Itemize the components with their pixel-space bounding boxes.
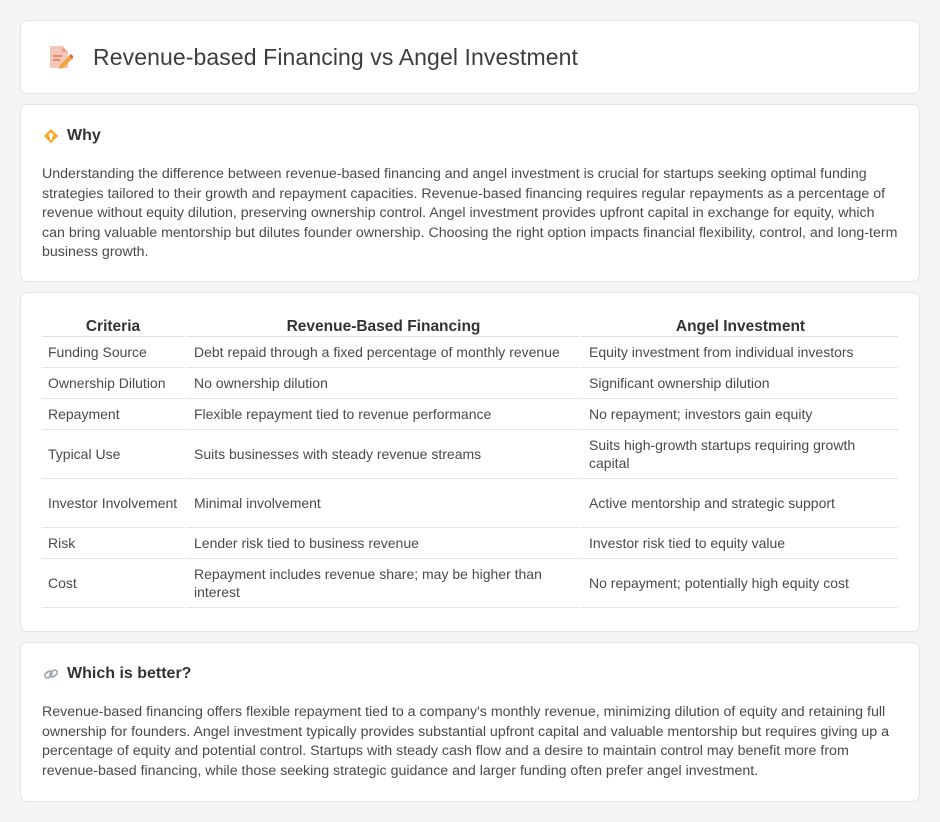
table-row: Ownership Dilution No ownership dilution… <box>42 368 898 399</box>
comparison-card: Criteria Revenue-Based Financing Angel I… <box>20 292 920 632</box>
title-card: Revenue-based Financing vs Angel Investm… <box>20 20 920 94</box>
better-heading-row: Which is better? <box>43 665 191 683</box>
table-row: Repayment Flexible repayment tied to rev… <box>42 399 898 430</box>
table-cell: Investor Involvement <box>42 479 184 528</box>
link-icon <box>44 669 58 679</box>
which-is-better-card: Which is better? Revenue-based financing… <box>20 642 920 802</box>
table-cell: Minimal involvement <box>184 479 579 528</box>
table-cell: No repayment; potentially high equity co… <box>579 559 898 608</box>
why-text: Understanding the difference between rev… <box>42 166 898 261</box>
table-cell: Equity investment from individual invest… <box>579 337 898 368</box>
table-cell: Investor risk tied to equity value <box>579 528 898 559</box>
page-title: Revenue-based Financing vs Angel Investm… <box>93 43 579 70</box>
why-heading-row: Why <box>43 127 101 145</box>
column-header: Angel Investment <box>579 315 898 337</box>
table-cell: Ownership Dilution <box>42 368 184 399</box>
table-cell: No ownership dilution <box>184 368 579 399</box>
table-cell: Repayment <box>42 399 184 430</box>
table-row: Funding Source Debt repaid through a fix… <box>42 337 898 368</box>
column-header: Revenue-Based Financing <box>184 315 579 337</box>
better-heading: Which is better? <box>67 665 192 682</box>
table-cell: Funding Source <box>42 337 184 368</box>
why-heading: Why <box>67 127 101 144</box>
table-cell: Risk <box>42 528 184 559</box>
table-cell: Debt repaid through a fixed percentage o… <box>184 337 579 368</box>
why-card: Why Understanding the difference between… <box>20 104 920 282</box>
table-cell: Repayment includes revenue share; may be… <box>184 559 579 608</box>
table-cell: Active mentorship and strategic support <box>579 479 898 528</box>
table-cell: Suits high-growth startups requiring gro… <box>579 430 898 479</box>
table-cell: Typical Use <box>42 430 184 479</box>
table-cell: Flexible repayment tied to revenue perfo… <box>184 399 579 430</box>
document-pencil-icon <box>50 46 73 69</box>
table-cell: Lender risk tied to business revenue <box>184 528 579 559</box>
comparison-table: Criteria Revenue-Based Financing Angel I… <box>42 315 898 608</box>
table-row: Investor Involvement Minimal involvement… <box>42 479 898 528</box>
table-header-row: Criteria Revenue-Based Financing Angel I… <box>42 315 898 337</box>
column-header: Criteria <box>42 315 184 337</box>
table-row: Cost Repayment includes revenue share; m… <box>42 559 898 608</box>
table-cell: Significant ownership dilution <box>579 368 898 399</box>
table-cell: No repayment; investors gain equity <box>579 399 898 430</box>
table-cell: Cost <box>42 559 184 608</box>
table-row: Typical Use Suits businesses with steady… <box>42 430 898 479</box>
diamond-bulb-icon <box>43 128 59 144</box>
better-text: Revenue-based financing offers flexible … <box>42 704 890 779</box>
table-cell: Suits businesses with steady revenue str… <box>184 430 579 479</box>
title-wrap: Revenue-based Financing vs Angel Investm… <box>47 43 578 71</box>
table-row: Risk Lender risk tied to business revenu… <box>42 528 898 559</box>
